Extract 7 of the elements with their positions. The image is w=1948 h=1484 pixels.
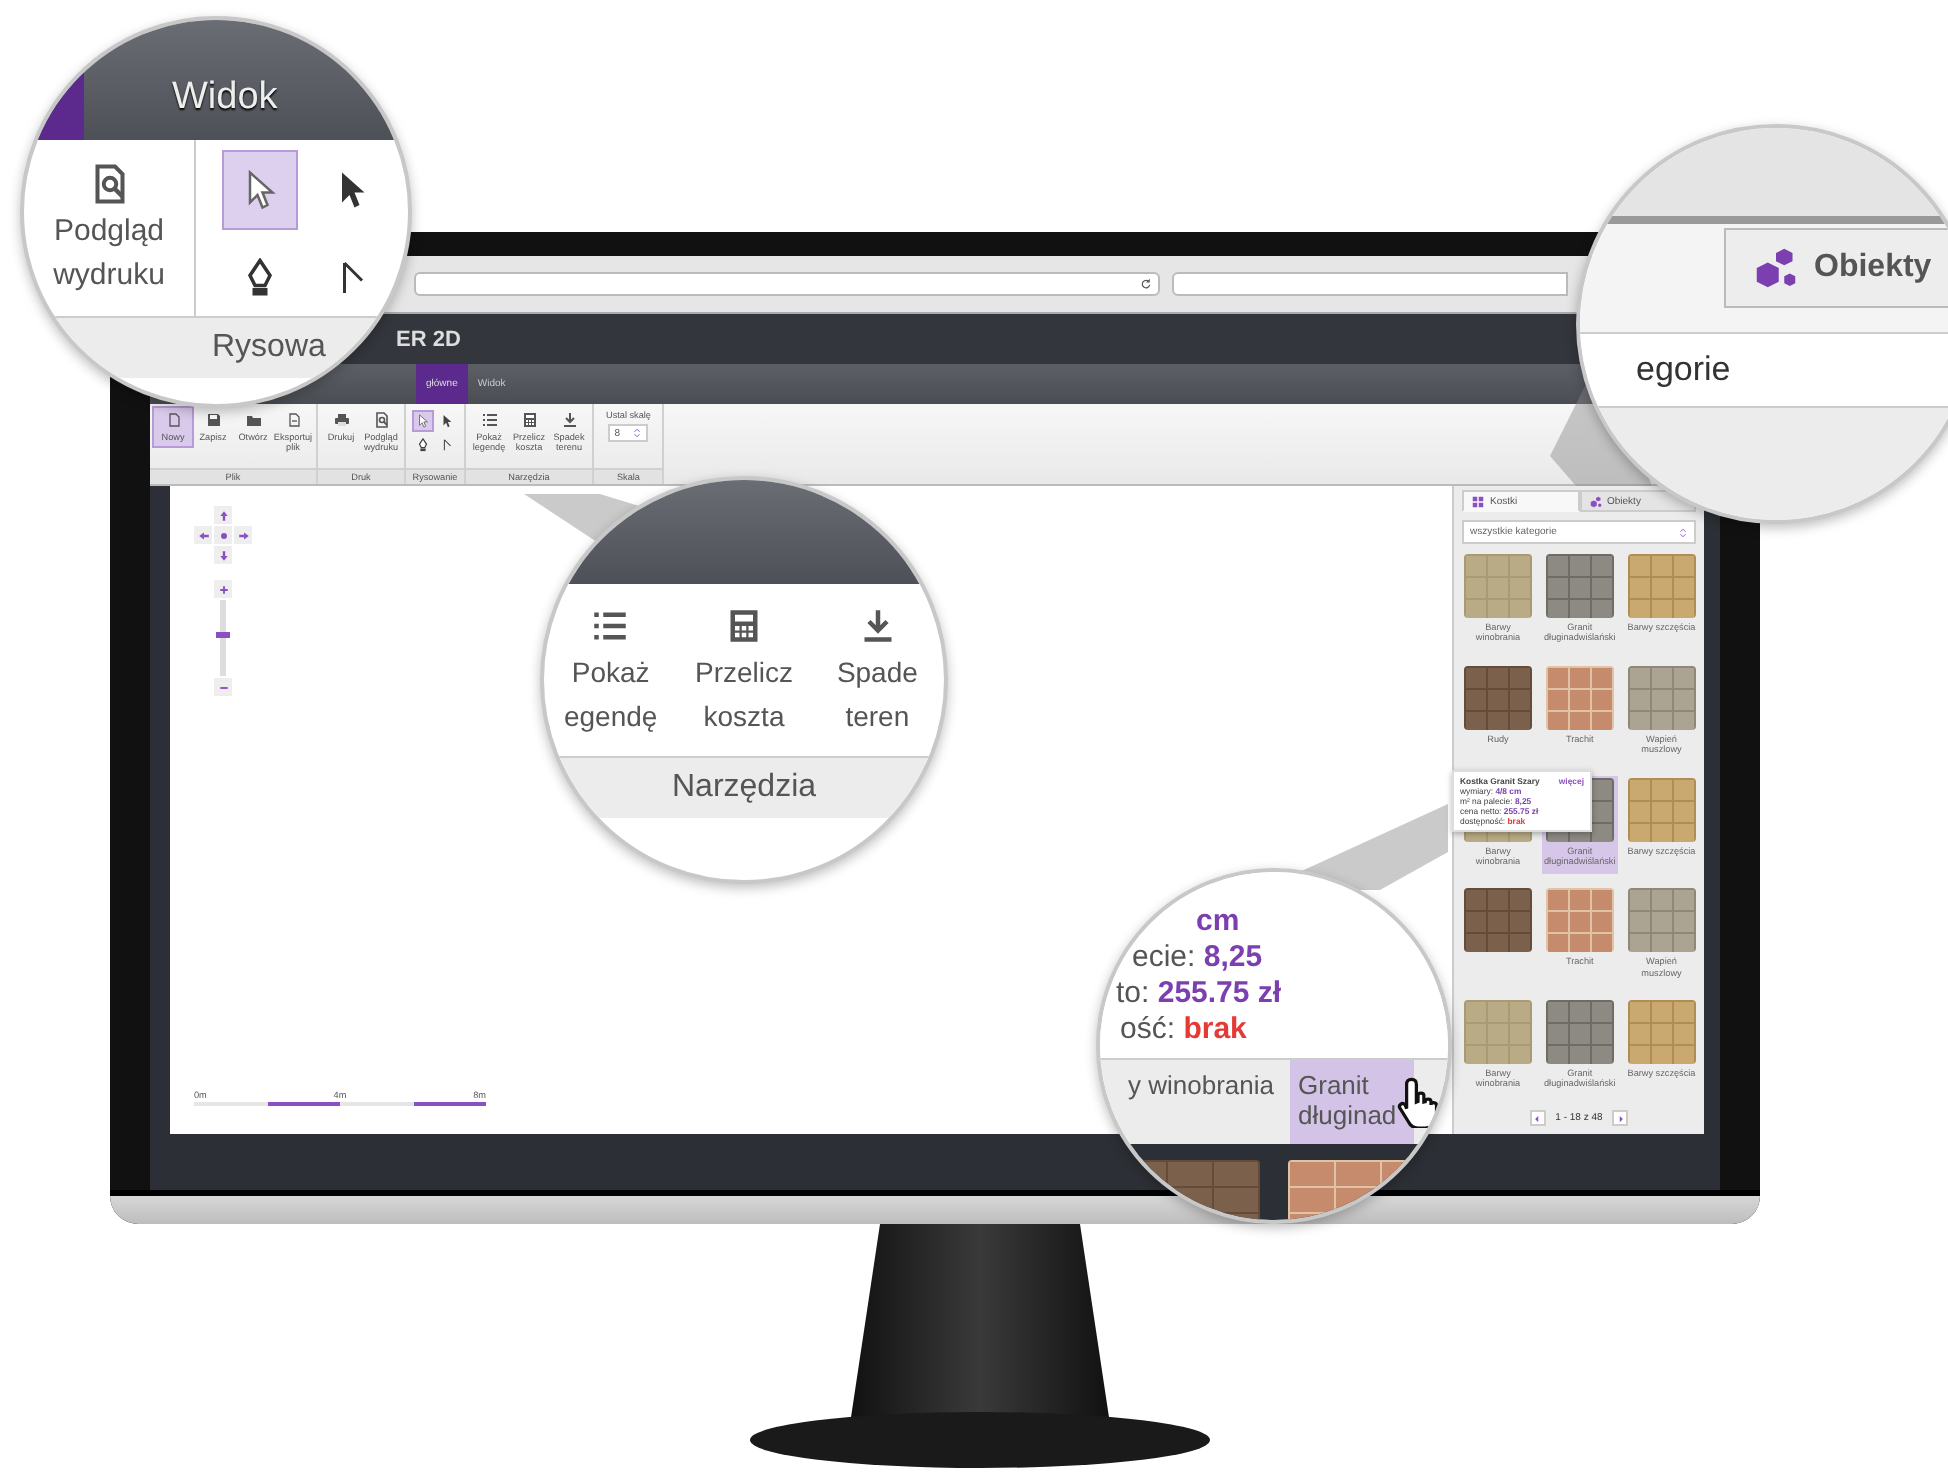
tooltip-line: to: 255.75 zł xyxy=(1114,976,1284,1010)
app-title: ER 2D xyxy=(396,327,461,351)
tooltip-line: ecie: 8,25 xyxy=(1130,940,1265,974)
tooltip-line: cm xyxy=(1194,904,1242,938)
ribbon-group-label: Narzędzia xyxy=(671,770,817,806)
tooltip-line: ość: brak xyxy=(1118,1012,1249,1046)
ribbon-group-label: Rysowa xyxy=(212,330,326,366)
